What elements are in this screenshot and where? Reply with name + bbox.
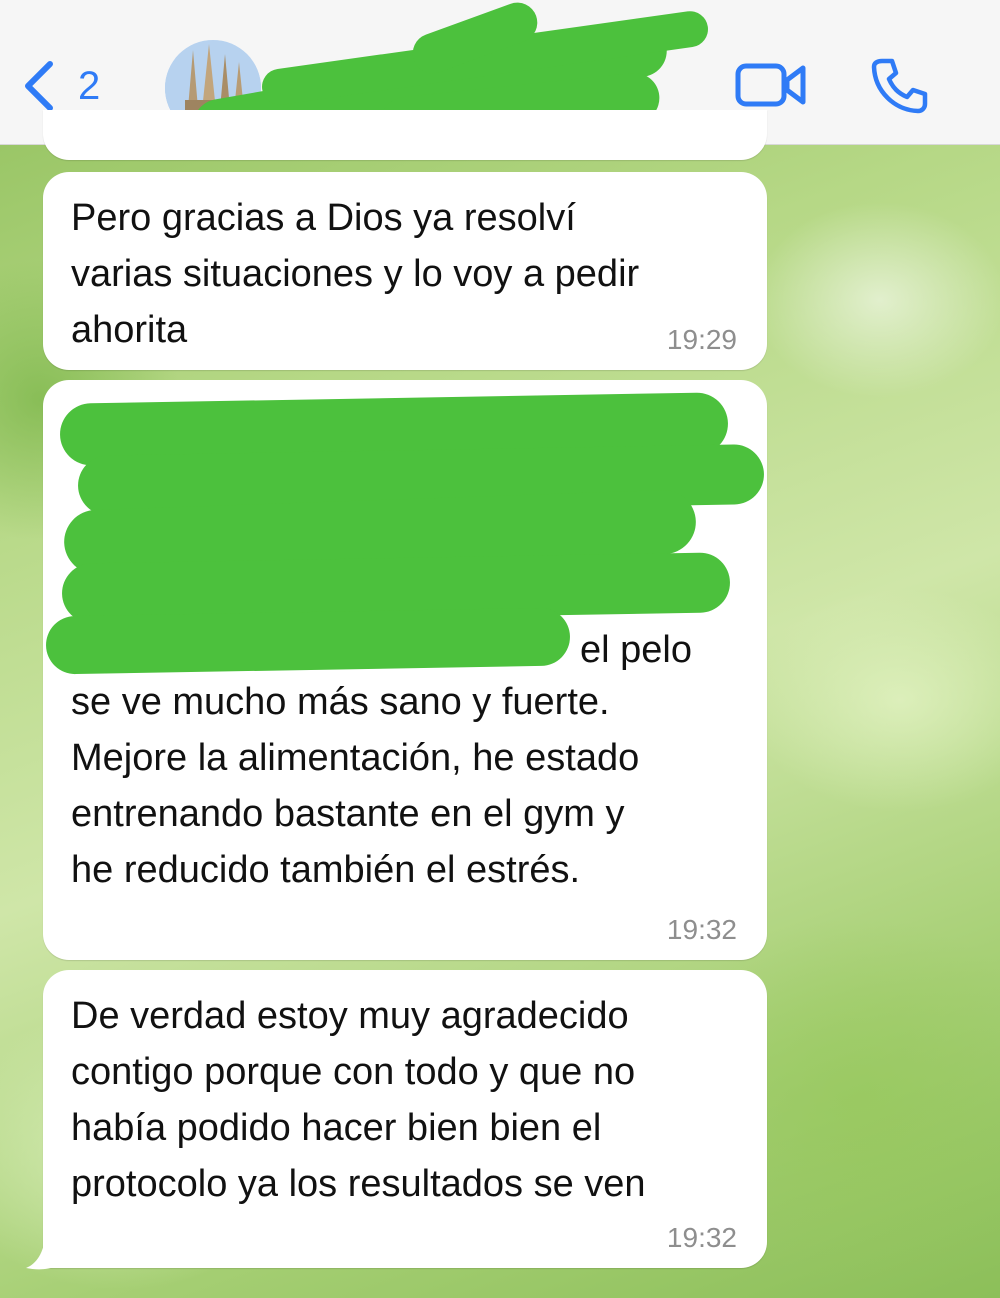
- message-time: 19:32: [666, 914, 737, 945]
- message-text: De verdad estoy muy agradecido contigo p…: [71, 995, 646, 1205]
- message-text: Pero gracias a Dios ya resolví varias si…: [71, 197, 640, 351]
- message-bubble[interactable]: De verdad estoy muy agradecido contigo p…: [43, 970, 767, 1268]
- message-text-partial: el pelo: [580, 629, 692, 671]
- message-text: se ve mucho más sano y fuerte. Mejore la…: [71, 681, 640, 891]
- chevron-left-icon: [25, 61, 53, 111]
- message-redaction: [45, 607, 571, 675]
- message-time: 19:32: [666, 1222, 737, 1253]
- voice-call-button[interactable]: [868, 55, 930, 117]
- message-bubble[interactable]: Pero gracias a Dios ya resolví varias si…: [43, 172, 767, 370]
- message-time: 19:29: [666, 324, 737, 355]
- back-button[interactable]: 2: [22, 58, 122, 114]
- video-camera-icon: [735, 63, 806, 107]
- bubble-tail: [26, 1232, 56, 1270]
- message-bubble-partial: [43, 110, 767, 160]
- phone-icon: [871, 58, 928, 114]
- unread-count: 2: [78, 63, 101, 108]
- video-call-button[interactable]: [735, 60, 807, 110]
